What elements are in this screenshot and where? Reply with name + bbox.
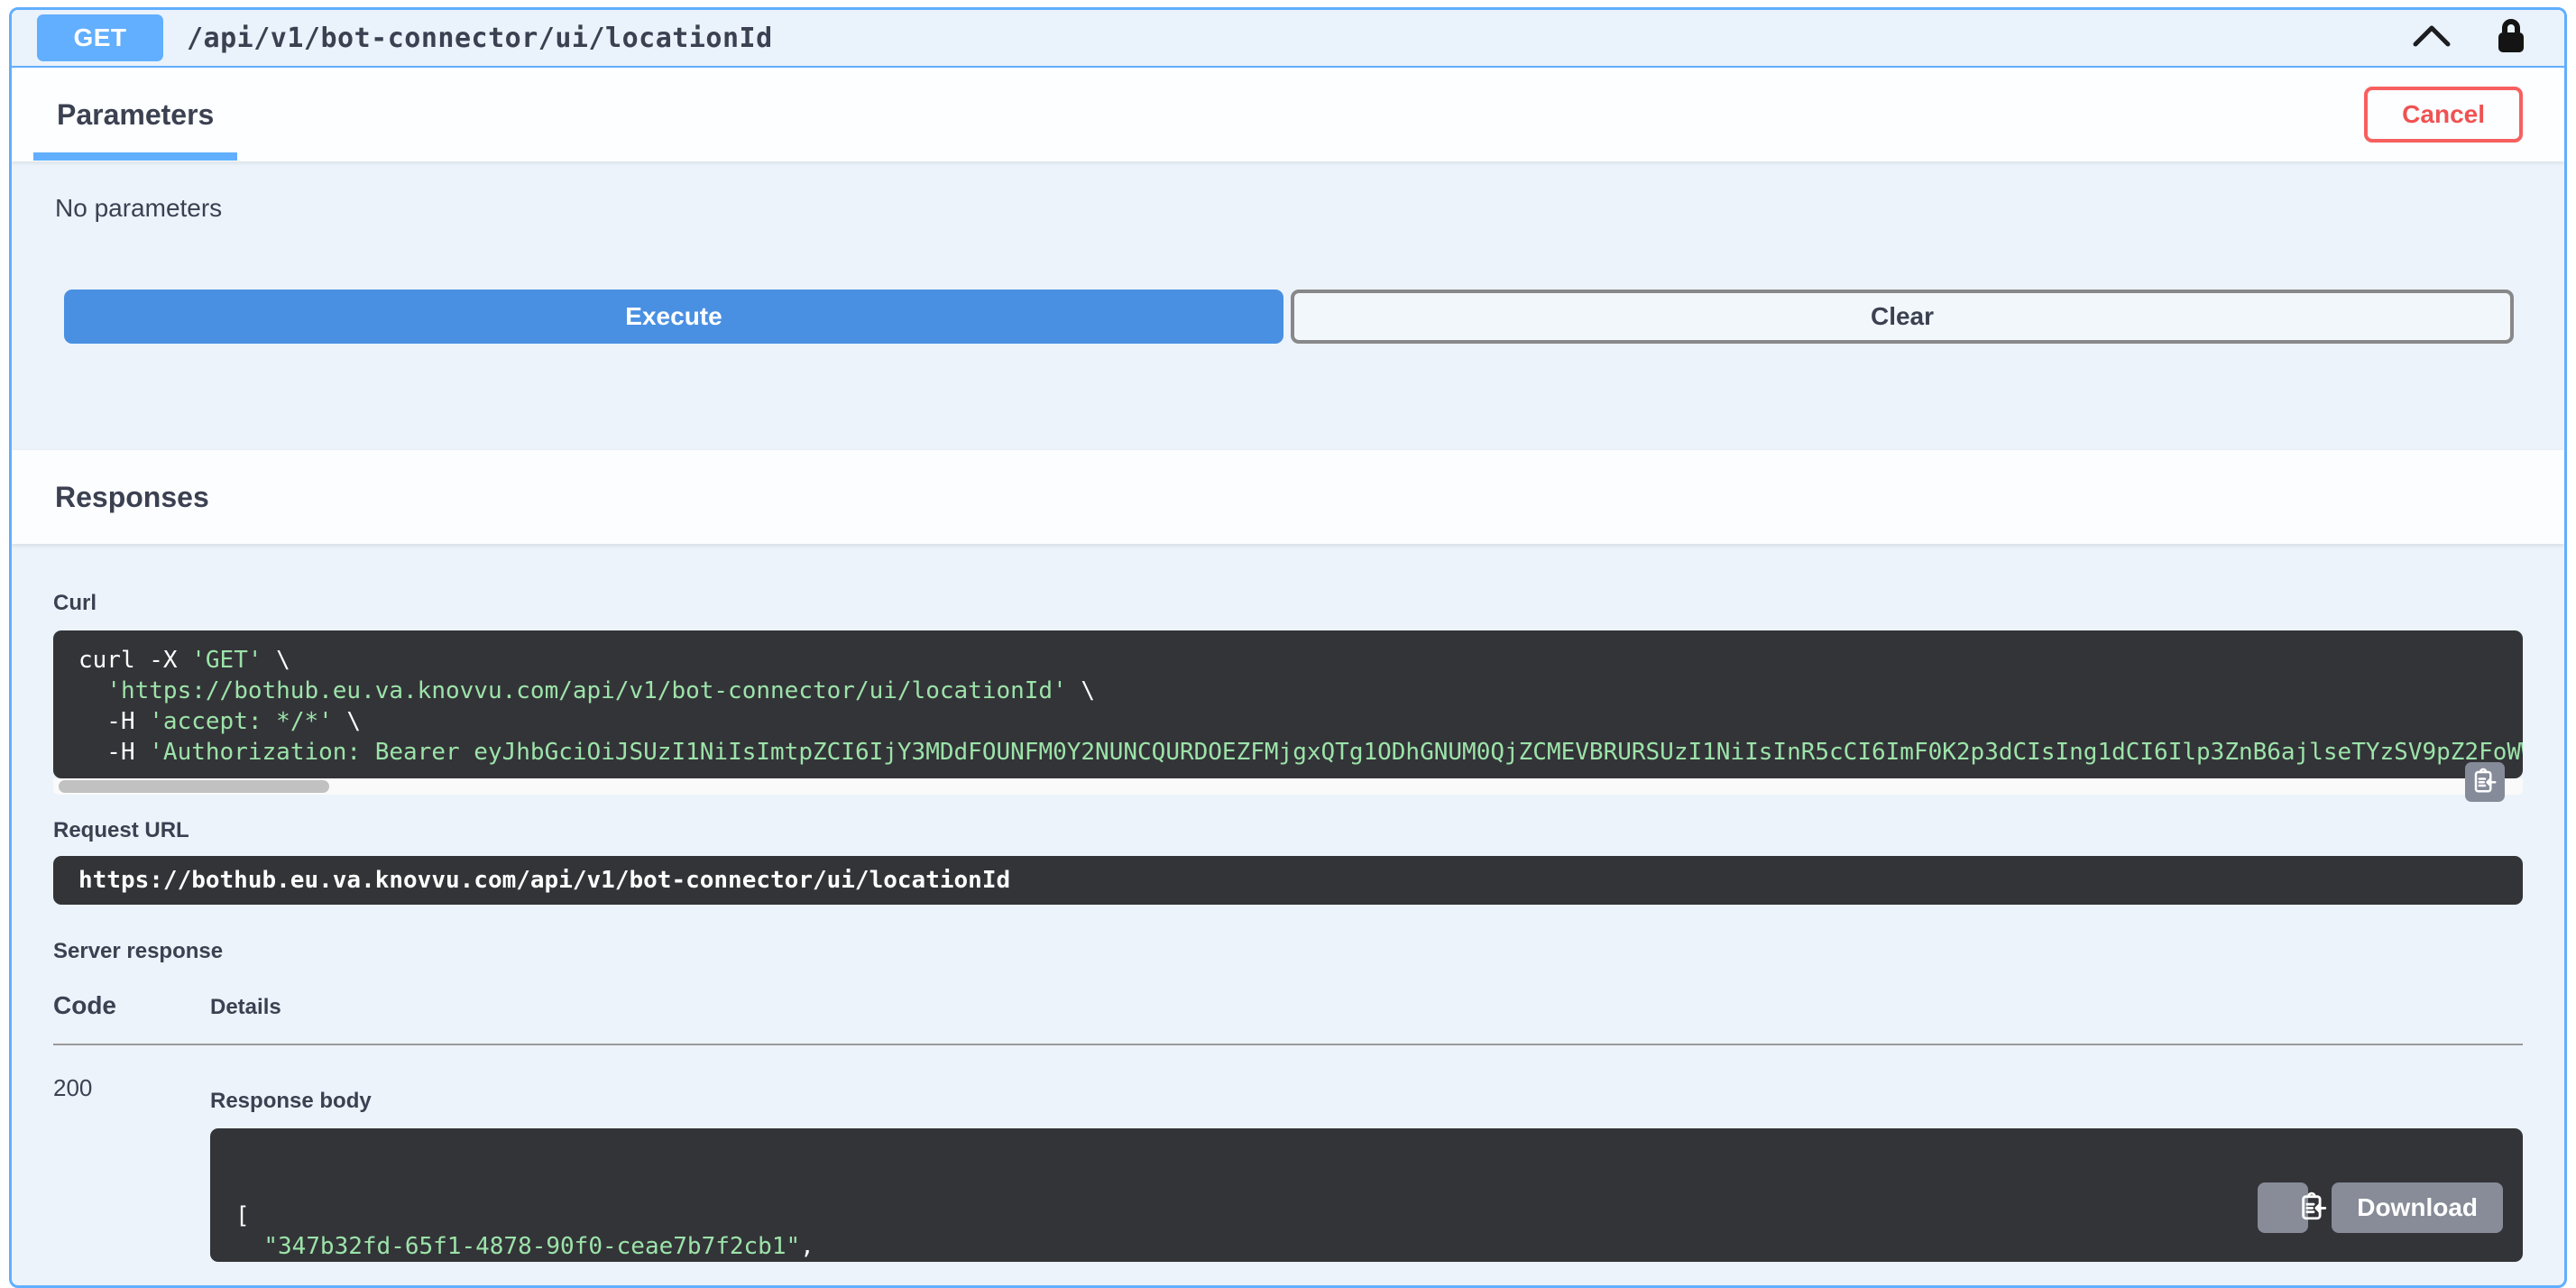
copy-curl-button[interactable] <box>2465 762 2505 802</box>
download-button[interactable]: Download <box>2332 1182 2503 1233</box>
server-response-table: Code Details 200 Response body [ "347b32… <box>53 991 2523 1262</box>
tab-parameters[interactable]: Parameters <box>32 98 238 161</box>
responses-section-header: Responses <box>12 450 2564 544</box>
operation-summary[interactable]: GET /api/v1/bot-connector/ui/locationId <box>12 10 2564 68</box>
status-code: 200 <box>53 1074 93 1101</box>
response-row-200: 200 Response body [ "347b32fd-65f1-4878-… <box>53 1072 2523 1262</box>
response-actions: Download <box>2258 1182 2503 1233</box>
chevron-up-icon[interactable] <box>2411 23 2452 53</box>
responses-title: Responses <box>55 480 209 513</box>
execute-button[interactable]: Execute <box>64 290 1283 344</box>
response-body-json[interactable]: [ "347b32fd-65f1-4878-90f0-ceae7b7f2cb1"… <box>235 1201 2498 1262</box>
operation-block-get: GET /api/v1/bot-connector/ui/locationId … <box>9 7 2567 1288</box>
try-out-tab-bar: Parameters Cancel <box>12 68 2564 161</box>
table-header-row: Code Details <box>53 991 2523 1045</box>
header-icons <box>2411 17 2539 60</box>
response-body-block: [ "347b32fd-65f1-4878-90f0-ceae7b7f2cb1"… <box>210 1128 2523 1262</box>
server-response-label: Server response <box>53 939 224 963</box>
responses-body: Curl curl -X 'GET' \ 'https://bothub.eu.… <box>12 544 2564 1262</box>
horizontal-scrollbar[interactable] <box>53 778 2523 795</box>
http-method-badge: GET <box>37 14 163 61</box>
curl-label: Curl <box>53 591 97 615</box>
clear-button[interactable]: Clear <box>1291 290 2514 344</box>
scrollbar-thumb[interactable] <box>59 780 329 793</box>
request-url-value: https://bothub.eu.va.knovvu.com/api/v1/b… <box>53 856 2523 905</box>
details-column-header: Details <box>210 995 281 1019</box>
cancel-button[interactable]: Cancel <box>2364 87 2523 143</box>
endpoint-path: /api/v1/bot-connector/ui/locationId <box>187 22 773 54</box>
copy-response-button[interactable] <box>2258 1182 2326 1233</box>
clipboard-copy-icon <box>2471 768 2498 797</box>
code-column-header: Code <box>53 991 116 1019</box>
curl-block-wrapper: curl -X 'GET' \ 'https://bothub.eu.va.kn… <box>53 630 2523 802</box>
request-url-label: Request URL <box>53 818 189 842</box>
no-parameters-message: No parameters <box>55 194 223 222</box>
curl-command[interactable]: curl -X 'GET' \ 'https://bothub.eu.va.kn… <box>53 630 2523 778</box>
response-body-label: Response body <box>210 1089 372 1113</box>
lock-icon[interactable] <box>2496 17 2526 60</box>
execute-row: Execute Clear <box>12 223 2564 344</box>
clipboard-copy-icon <box>2238 1178 2329 1238</box>
response-details-cell: Response body [ "347b32fd-65f1-4878-90f0… <box>210 1072 2523 1262</box>
